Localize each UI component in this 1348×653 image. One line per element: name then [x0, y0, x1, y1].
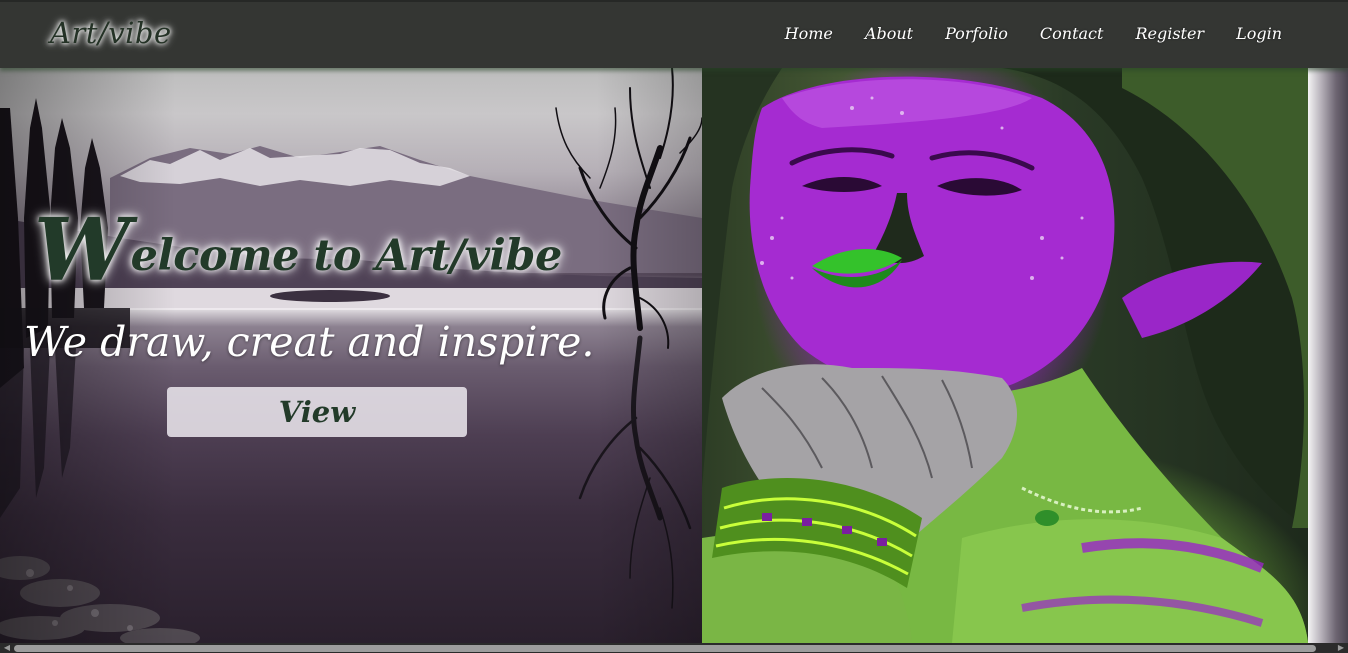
brand-logo[interactable]: Art/vibe: [50, 16, 172, 50]
right-arrow-icon[interactable]: ▶: [1336, 644, 1346, 652]
hero-title: Welcome to Art/vibe: [34, 200, 562, 301]
nav-links: Home About Porfolio Contact Register Log…: [753, 24, 1282, 43]
nav-link-about[interactable]: About: [865, 24, 913, 43]
nav-link-register[interactable]: Register: [1135, 24, 1204, 43]
page: Art/vibe Home About Porfolio Contact Reg…: [0, 0, 1348, 653]
left-arrow-icon[interactable]: ◀: [2, 644, 12, 652]
hero-subtitle: We draw, creat and inspire.: [24, 318, 595, 366]
hero-title-rest: elcome to Art/vibe: [130, 231, 563, 281]
carousel-next-slide-edge: [1308, 68, 1348, 643]
horizontal-scrollbar[interactable]: ◀ ▶: [0, 643, 1348, 653]
view-button[interactable]: View: [167, 387, 467, 437]
nav-link-login[interactable]: Login: [1236, 24, 1282, 43]
scrollbar-thumb[interactable]: [14, 645, 1316, 652]
nav-link-home[interactable]: Home: [785, 24, 833, 43]
hero-portrait-image: [702, 68, 1308, 643]
navbar: Art/vibe Home About Porfolio Contact Reg…: [0, 0, 1348, 68]
nav-link-portfolio[interactable]: Porfolio: [945, 24, 1008, 43]
hero-title-initial: W: [34, 200, 131, 301]
nav-link-contact[interactable]: Contact: [1040, 24, 1104, 43]
portrait-illustration: [702, 68, 1308, 643]
